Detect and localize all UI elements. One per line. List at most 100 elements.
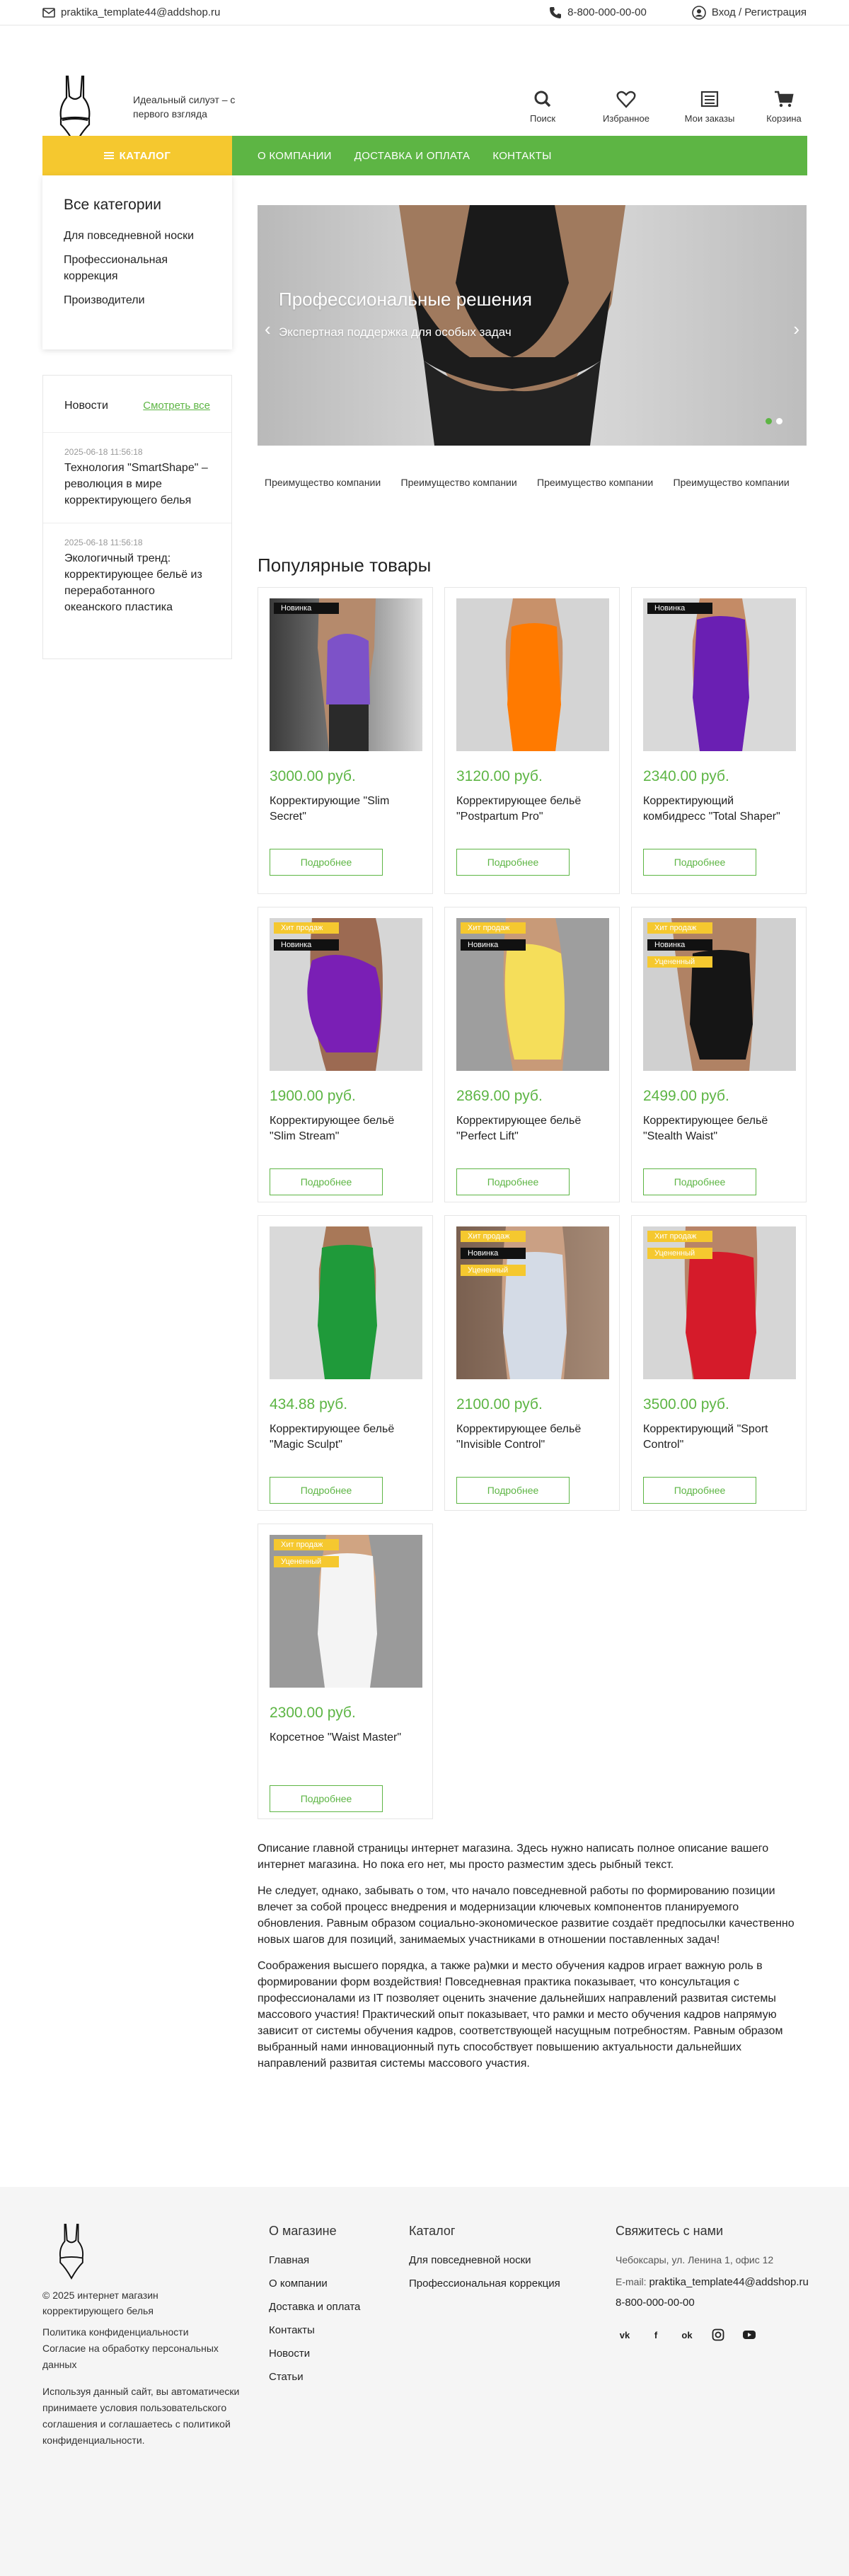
product-image[interactable]: Хит продаж Уцененный	[270, 1535, 422, 1688]
product-card[interactable]: 3120.00 руб. Корректирующее бельё "Postp…	[444, 587, 620, 894]
product-image[interactable]: Хит продаж Новинка Уцененный	[643, 918, 796, 1071]
product-image[interactable]: Хит продаж Новинка	[270, 918, 422, 1071]
footer-link[interactable]: Профессиональная коррекция	[409, 2276, 560, 2292]
footer-about-column: О магазине Главная О компании Доставка и…	[269, 2224, 360, 2393]
privacy-policy-link[interactable]: Политика конфиденциальности	[42, 2324, 219, 2340]
product-price: 2340.00 руб.	[643, 768, 729, 784]
product-name[interactable]: Корректирующее бельё "Slim Stream"	[270, 1113, 421, 1160]
logo-icon[interactable]	[58, 75, 92, 146]
product-card[interactable]: Хит продаж Уцененный 2300.00 руб. Корсет…	[258, 1524, 433, 1819]
tagline: Идеальный силуэт – с первого взгляда	[133, 94, 236, 120]
cart-button[interactable]: Корзина	[763, 89, 805, 124]
details-button[interactable]: Подробнее	[456, 849, 570, 876]
footer-link[interactable]: Доставка и оплата	[269, 2299, 360, 2315]
product-image[interactable]: Хит продаж Новинка Уцененный	[456, 1226, 609, 1379]
consent-link[interactable]: Согласие на обработку персональных данны…	[42, 2340, 219, 2373]
badge-new: Новинка	[461, 1248, 526, 1259]
product-image[interactable]: Хит продаж Новинка	[456, 918, 609, 1071]
hero-slider[interactable]: Профессиональные решения Экспертная подд…	[258, 205, 807, 446]
details-button[interactable]: Подробнее	[270, 1785, 383, 1812]
nav-item-delivery[interactable]: ДОСТАВКА И ОПЛАТА	[343, 150, 482, 162]
product-card[interactable]: Хит продаж Уцененный 3500.00 руб. Коррек…	[631, 1215, 807, 1511]
nav-item-about[interactable]: О КОМПАНИИ	[246, 150, 343, 162]
top-bar: praktika_template44@addshop.ru 8-800-000…	[0, 0, 849, 25]
top-phone[interactable]: 8-800-000-00-00	[549, 6, 647, 19]
product-price: 3120.00 руб.	[456, 768, 543, 784]
slider-dot[interactable]	[766, 418, 772, 424]
instagram-icon[interactable]	[709, 2326, 727, 2344]
details-button[interactable]: Подробнее	[643, 1168, 756, 1195]
details-button[interactable]: Подробнее	[643, 849, 756, 876]
product-name[interactable]: Корректирующее бельё "Postpartum Pro"	[456, 794, 608, 840]
slider-next-icon[interactable]: ›	[793, 318, 799, 340]
details-button[interactable]: Подробнее	[270, 1168, 383, 1195]
details-button[interactable]: Подробнее	[270, 1477, 383, 1504]
category-item-professional[interactable]: Профессиональная коррекция	[64, 252, 211, 284]
product-image[interactable]	[456, 598, 609, 751]
product-figure	[318, 598, 376, 751]
details-button[interactable]: Подробнее	[456, 1168, 570, 1195]
slider-prev-icon[interactable]: ‹	[265, 318, 271, 340]
youtube-icon[interactable]	[740, 2326, 758, 2344]
news-item[interactable]: 2025-06-18 11:56:18 Экологичный тренд: к…	[43, 523, 231, 630]
details-button[interactable]: Подробнее	[270, 849, 383, 876]
badge-hit: Хит продаж	[461, 922, 526, 934]
product-name[interactable]: Корсетное "Waist Master"	[270, 1730, 421, 1777]
footer-link[interactable]: Статьи	[269, 2369, 360, 2385]
footer-phone[interactable]: 8-800-000-00-00	[616, 2297, 828, 2309]
news-item-title[interactable]: Технология "SmartShape" – революция в ми…	[64, 460, 210, 509]
product-image[interactable]: Новинка	[643, 598, 796, 751]
badge-discount: Уцененный	[647, 956, 712, 968]
product-image[interactable]: Новинка	[270, 598, 422, 751]
catalog-button[interactable]: КАТАЛОГ	[42, 136, 232, 175]
vk-icon[interactable]: vk	[616, 2326, 634, 2344]
product-image[interactable]: Хит продаж Уцененный	[643, 1226, 796, 1379]
slider-dot[interactable]	[776, 418, 782, 424]
product-name[interactable]: Корректирующий "Sport Control"	[643, 1422, 795, 1468]
search-button[interactable]: Поиск	[512, 89, 573, 124]
footer-logo-icon[interactable]	[58, 2222, 85, 2280]
product-name[interactable]: Корректирующее бельё "Invisible Control"	[456, 1422, 608, 1468]
product-name[interactable]: Корректирующее бельё "Perfect Lift"	[456, 1113, 608, 1160]
news-all-link[interactable]: Смотреть все	[143, 400, 210, 412]
footer-email-value[interactable]: praktika_template44@addshop.ru	[649, 2276, 808, 2288]
category-item-daily[interactable]: Для повседневной носки	[64, 228, 211, 244]
product-card[interactable]: Хит продаж Новинка Уцененный 2100.00 руб…	[444, 1215, 620, 1511]
product-card[interactable]: Хит продаж Новинка 1900.00 руб. Корректи…	[258, 907, 433, 1202]
product-name[interactable]: Корректирующий комбидресс "Total Shaper"	[643, 794, 795, 840]
product-name[interactable]: Корректирующее бельё "Stealth Waist"	[643, 1113, 795, 1160]
product-card[interactable]: Новинка 3000.00 руб. Корректирующие "Sli…	[258, 587, 433, 894]
product-name[interactable]: Корректирующие "Slim Secret"	[270, 794, 421, 840]
facebook-icon[interactable]: f	[647, 2326, 665, 2344]
category-panel-title: Все категории	[64, 197, 161, 213]
nav-item-contacts[interactable]: КОНТАКТЫ	[481, 150, 562, 162]
product-card[interactable]: 434.88 руб. Корректирующее бельё "Magic …	[258, 1215, 433, 1511]
search-icon	[534, 91, 551, 108]
favorites-button[interactable]: Избранное	[596, 89, 657, 124]
footer-link[interactable]: Главная	[269, 2253, 360, 2268]
footer-link[interactable]: Новости	[269, 2346, 360, 2362]
footer-link[interactable]: О компании	[269, 2276, 360, 2292]
product-card[interactable]: Новинка 2340.00 руб. Корректирующий комб…	[631, 587, 807, 894]
footer-link[interactable]: Контакты	[269, 2323, 360, 2338]
category-item-manufacturers[interactable]: Производители	[64, 292, 211, 308]
details-button[interactable]: Подробнее	[643, 1477, 756, 1504]
slider-dots	[766, 418, 782, 424]
product-card[interactable]: Хит продаж Новинка Уцененный 2499.00 руб…	[631, 907, 807, 1202]
top-email[interactable]: praktika_template44@addshop.ru	[42, 6, 220, 18]
footer-email[interactable]: E-mail: praktika_template44@addshop.ru	[616, 2275, 828, 2290]
product-card[interactable]: Хит продаж Новинка 2869.00 руб. Корректи…	[444, 907, 620, 1202]
odnoklassniki-icon[interactable]: ok	[678, 2326, 696, 2344]
footer-link[interactable]: Для повседневной носки	[409, 2253, 560, 2268]
footer-about-title: О магазине	[269, 2224, 337, 2238]
product-image[interactable]	[270, 1226, 422, 1379]
footer-contacts-column: Свяжитесь с нами Чебоксары, ул. Ленина 1…	[616, 2224, 828, 2344]
orders-button[interactable]: Мои заказы	[679, 89, 740, 124]
product-name[interactable]: Корректирующее бельё "Magic Sculpt"	[270, 1422, 421, 1468]
details-button[interactable]: Подробнее	[456, 1477, 570, 1504]
orders-icon	[700, 91, 719, 108]
news-item[interactable]: 2025-06-18 11:56:18 Технология "SmartSha…	[43, 433, 231, 523]
news-item-title[interactable]: Экологичный тренд: корректирующее бельё …	[64, 550, 210, 615]
product-price: 3000.00 руб.	[270, 768, 356, 784]
login-link[interactable]: Вход / Регистрация	[692, 5, 807, 20]
